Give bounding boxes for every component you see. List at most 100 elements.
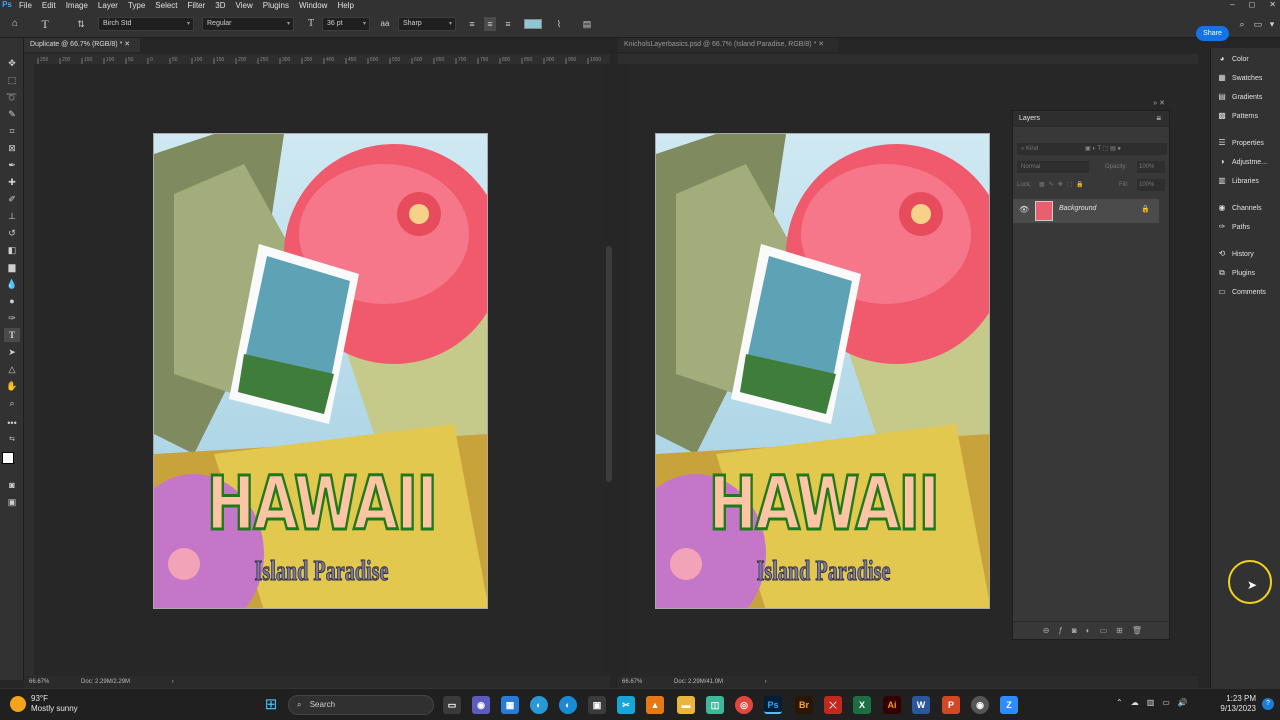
panel-swatches[interactable]: ▦ Swatches <box>1217 71 1262 85</box>
align-left-icon[interactable]: ≡ <box>466 17 478 31</box>
panel-properties[interactable]: ☰ Properties <box>1217 136 1264 150</box>
blend-mode-select[interactable]: Normal <box>1017 161 1089 173</box>
minimize-button[interactable]: – <box>1230 0 1234 10</box>
brush-tool-icon[interactable]: ✐ <box>4 192 20 206</box>
bridge-taskbar-icon[interactable]: Br <box>795 696 813 714</box>
opacity-field[interactable]: 100% <box>1137 161 1165 173</box>
path-selection-tool-icon[interactable]: ➤ <box>4 345 20 359</box>
system-tray-icons[interactable]: ⌃☁▥▭🔊 <box>1116 698 1196 707</box>
edge-icon[interactable]: ◐ <box>559 696 577 714</box>
left-vertical-scrollbar[interactable] <box>606 246 612 482</box>
menu-filter[interactable]: Filter <box>183 1 211 10</box>
panel-adjustments[interactable]: ◑ Adjustme... <box>1217 155 1267 169</box>
chevron-down-icon[interactable]: ▾ <box>1266 17 1278 31</box>
font-family-select[interactable]: Birch Std ▾ <box>98 17 194 31</box>
menu-image[interactable]: Image <box>61 1 93 10</box>
excel-icon[interactable]: X <box>853 696 871 714</box>
character-panel-icon[interactable]: ▤ <box>580 17 594 31</box>
panel-plugins[interactable]: ⧉ Plugins <box>1217 266 1255 280</box>
panel-color[interactable]: ◕ Color <box>1217 52 1249 66</box>
left-zoom-level[interactable]: 66.67% <box>29 679 49 685</box>
eye-icon[interactable]: 👁 <box>1019 205 1029 214</box>
text-color-swatch[interactable] <box>524 19 542 29</box>
menu-file[interactable]: File <box>14 1 37 10</box>
snipping-tool-icon[interactable]: ✂ <box>617 696 635 714</box>
right-zoom-level[interactable]: 66.67% <box>622 679 642 685</box>
quick-mask-icon[interactable]: ◙ <box>4 478 20 492</box>
lock-icon[interactable]: 🔒 <box>1141 205 1150 213</box>
menu-type[interactable]: Type <box>123 1 150 10</box>
edge-dev-icon[interactable]: ◐ <box>530 696 548 714</box>
dodge-tool-icon[interactable]: ● <box>4 294 20 308</box>
align-right-icon[interactable]: ≡ <box>502 17 514 31</box>
layer-actions-bar[interactable]: ⊖ƒ◙◐▭⊞🗑 <box>1013 621 1169 639</box>
menu-view[interactable]: View <box>231 1 258 10</box>
zoom-taskbar-icon[interactable]: Z <box>1000 696 1018 714</box>
fill-field[interactable]: 100% <box>1137 179 1165 191</box>
marquee-tool-icon[interactable]: ⬚ <box>4 73 20 87</box>
frame-tool-icon[interactable]: ⊠ <box>4 141 20 155</box>
workspace-icon[interactable]: ▭ <box>1252 17 1264 31</box>
warp-text-icon[interactable]: ⌇ <box>552 17 566 31</box>
align-center-icon[interactable]: ≡ <box>484 17 496 31</box>
task-view-icon[interactable]: ▭ <box>443 696 461 714</box>
menu-layer[interactable]: Layer <box>93 1 123 10</box>
type-tool-preset-icon[interactable]: T <box>36 17 54 31</box>
panel-patterns[interactable]: ▩ Patterns <box>1217 109 1258 123</box>
tab-left-document[interactable]: Duplicate @ 66.7% (RGB/8) * ✕ <box>24 38 140 52</box>
photos-icon[interactable]: ◫ <box>706 696 724 714</box>
pen-tool-icon[interactable]: ✑ <box>4 311 20 325</box>
search-icon[interactable]: ⌕ <box>1236 17 1248 31</box>
powerpoint-taskbar-icon[interactable]: P <box>942 696 960 714</box>
close-panel-icon[interactable]: » ✕ <box>1153 99 1165 107</box>
eraser-tool-icon[interactable]: ◧ <box>4 243 20 257</box>
panel-comments[interactable]: ▭ Comments <box>1217 285 1266 299</box>
type-tool-icon[interactable]: T <box>4 328 20 342</box>
obs-icon[interactable]: ◉ <box>971 696 989 714</box>
panel-history[interactable]: ⟲ History <box>1217 247 1254 261</box>
panel-channels[interactable]: ◉ Channels <box>1217 201 1262 215</box>
menu-3d[interactable]: 3D <box>210 1 230 10</box>
word-taskbar-icon[interactable]: W <box>912 696 930 714</box>
swap-colors-icon[interactable]: ⇆ <box>4 433 20 447</box>
store-icon[interactable]: ▣ <box>588 696 606 714</box>
file-explorer-icon[interactable]: ▬ <box>677 696 695 714</box>
eyedropper-tool-icon[interactable]: ✒ <box>4 158 20 172</box>
layers-tab[interactable]: Layers <box>1019 115 1040 122</box>
tab-right-document[interactable]: KnicholsLayerbasics.psd @ 66.7% (Island … <box>618 38 838 52</box>
widgets-icon[interactable]: ▦ <box>501 696 519 714</box>
illustrator-taskbar-icon[interactable]: Ai <box>883 696 901 714</box>
healing-brush-tool-icon[interactable]: ✚ <box>4 175 20 189</box>
photoshop-taskbar-icon[interactable]: Ps <box>764 696 782 714</box>
crop-tool-icon[interactable]: ⌗ <box>4 124 20 138</box>
menu-help[interactable]: Help <box>332 1 358 10</box>
foreground-color-swatch[interactable] <box>2 452 14 464</box>
layer-filter-field[interactable]: ⌕ Kind ▣ ◐ T ⬚ ▤ ● <box>1017 143 1167 155</box>
close-tab-icon[interactable]: ✕ <box>124 41 130 48</box>
acrobat-icon[interactable]: ⤬ <box>824 696 842 714</box>
lasso-tool-icon[interactable]: ➰ <box>4 90 20 104</box>
font-style-select[interactable]: Regular ▾ <box>202 17 294 31</box>
panel-paths[interactable]: ✑ Paths <box>1217 220 1250 234</box>
gradient-tool-icon[interactable]: ▆ <box>4 260 20 274</box>
photoshop-logo-icon[interactable]: Ps <box>0 0 14 10</box>
quick-select-tool-icon[interactable]: ✎ <box>4 107 20 121</box>
weather-widget[interactable]: 93°F Mostly sunny <box>31 694 78 714</box>
vlc-icon[interactable]: ▲ <box>646 696 664 714</box>
share-button[interactable]: Share <box>1196 26 1229 41</box>
menu-plugins[interactable]: Plugins <box>258 1 294 10</box>
layer-name[interactable]: Background <box>1059 205 1096 212</box>
panel-gradients[interactable]: ▤ Gradients <box>1217 90 1262 104</box>
taskbar-clock[interactable]: 1:23 PM 9/13/2023 <box>1214 694 1256 714</box>
close-tab-icon[interactable]: ✕ <box>818 41 824 48</box>
weather-icon[interactable] <box>10 696 26 712</box>
layer-row[interactable]: 👁 Background 🔒 <box>1013 199 1159 223</box>
more-tools-icon[interactable]: ••• <box>4 416 20 430</box>
notification-icon[interactable]: ? <box>1262 698 1274 710</box>
lock-icons[interactable]: ▦✎✥⬚🔒 <box>1039 179 1088 191</box>
blur-tool-icon[interactable]: 💧 <box>4 277 20 291</box>
menu-edit[interactable]: Edit <box>37 1 61 10</box>
clone-stamp-tool-icon[interactable]: ⊥ <box>4 209 20 223</box>
chrome-icon[interactable]: ◎ <box>735 696 753 714</box>
panel-libraries[interactable]: ▥ Libraries <box>1217 174 1259 188</box>
